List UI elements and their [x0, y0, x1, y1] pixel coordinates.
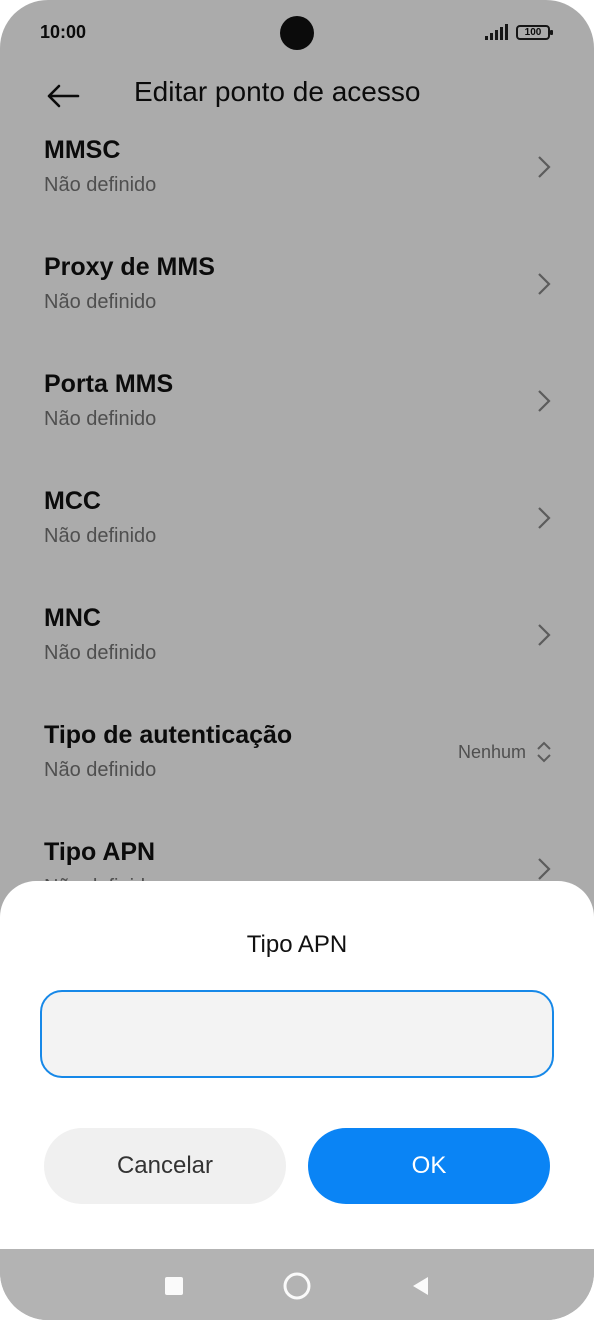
dialog-title: Tipo APN	[246, 931, 348, 958]
phone-screen: 10:00 100 Editar ponto de acesso MMSC Nã…	[0, 0, 594, 1320]
ok-button[interactable]: OK	[308, 1128, 550, 1204]
recents-square-icon	[165, 1277, 183, 1295]
home-button[interactable]	[280, 1269, 314, 1303]
back-nav-button[interactable]	[403, 1269, 437, 1303]
recents-button[interactable]	[157, 1269, 191, 1303]
back-triangle-icon	[413, 1277, 428, 1295]
home-circle-icon	[283, 1272, 311, 1300]
apn-type-input[interactable]	[40, 990, 554, 1078]
navigation-bar	[0, 1249, 594, 1320]
apn-type-dialog: Tipo APN Cancelar OK	[0, 881, 594, 1249]
cancel-button[interactable]: Cancelar	[44, 1128, 286, 1204]
